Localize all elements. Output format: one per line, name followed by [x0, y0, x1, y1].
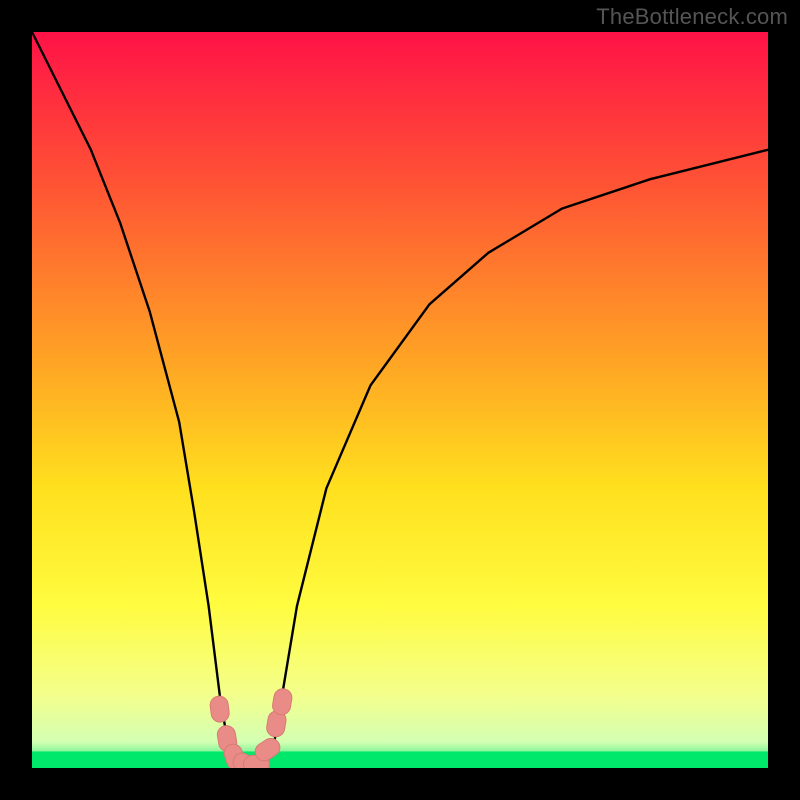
gradient-background	[32, 32, 768, 768]
plot-area	[32, 32, 768, 768]
chart-frame: TheBottleneck.com	[0, 0, 800, 800]
bottleneck-curve-chart	[32, 32, 768, 768]
green-band	[32, 751, 768, 768]
watermark-text: TheBottleneck.com	[596, 4, 788, 30]
